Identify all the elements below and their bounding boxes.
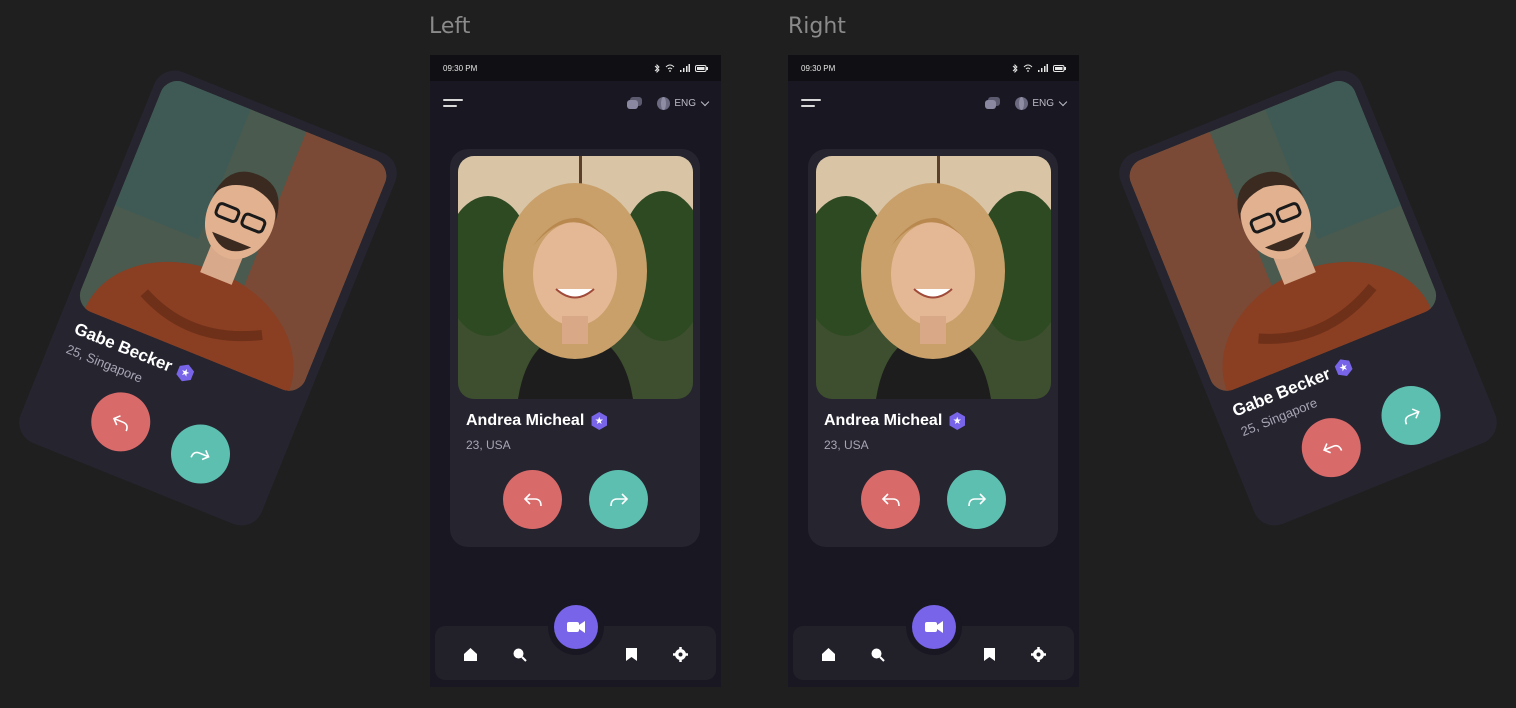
settings-icon[interactable] xyxy=(672,646,688,662)
profile-subtitle: 23, USA xyxy=(824,438,869,452)
chevron-down-icon xyxy=(1058,97,1068,106)
battery-icon xyxy=(1053,64,1066,72)
globe-icon xyxy=(657,96,671,110)
label-right: Right xyxy=(788,14,846,39)
undo-button[interactable] xyxy=(1292,409,1370,487)
signal-icon xyxy=(1038,64,1048,72)
bookmark-icon[interactable] xyxy=(981,646,997,662)
phone-screen-left: 09:30 PM ENG Andrea Micheal ★ 23, USA xyxy=(430,55,721,687)
video-icon xyxy=(567,621,585,633)
video-icon xyxy=(925,621,943,633)
signal-icon xyxy=(680,64,690,72)
bluetooth-icon xyxy=(1012,63,1018,73)
label-left: Left xyxy=(429,14,471,39)
redo-button[interactable] xyxy=(947,470,1006,529)
redo-icon xyxy=(967,492,986,506)
profile-photo xyxy=(816,156,1051,399)
top-bar: ENG xyxy=(430,81,721,125)
profile-photo xyxy=(458,156,693,399)
globe-icon xyxy=(1015,96,1029,110)
undo-button[interactable] xyxy=(503,470,562,529)
redo-icon xyxy=(190,449,210,460)
tilted-profile-card-left[interactable]: Gabe Becker ★ 25, Singapore xyxy=(12,63,404,533)
home-icon[interactable] xyxy=(462,646,478,662)
language-selector[interactable]: ENG xyxy=(1015,96,1068,110)
undo-icon xyxy=(881,492,900,506)
video-call-button[interactable] xyxy=(554,605,598,649)
video-call-button[interactable] xyxy=(912,605,956,649)
chat-icon[interactable] xyxy=(627,97,643,109)
battery-icon xyxy=(695,64,708,72)
menu-icon[interactable] xyxy=(801,97,821,109)
bookmark-icon[interactable] xyxy=(623,646,639,662)
profile-card[interactable]: Andrea Micheal ★ 23, USA xyxy=(450,149,700,547)
search-icon[interactable] xyxy=(869,646,885,662)
profile-photo xyxy=(1124,75,1442,397)
wifi-icon xyxy=(1023,64,1033,72)
redo-button[interactable] xyxy=(162,415,239,493)
phone-screen-right: 09:30 PM ENG Andrea Micheal ★ 23, USA xyxy=(788,55,1079,687)
status-time: 09:30 PM xyxy=(443,63,478,73)
menu-icon[interactable] xyxy=(443,97,463,109)
status-bar: 09:30 PM xyxy=(788,55,1079,81)
profile-name: Andrea Micheal ★ xyxy=(824,412,966,430)
profile-card[interactable]: Andrea Micheal ★ 23, USA xyxy=(808,149,1058,547)
bluetooth-icon xyxy=(654,63,660,73)
undo-button[interactable] xyxy=(82,383,160,461)
undo-icon xyxy=(1322,442,1342,454)
chevron-down-icon xyxy=(700,97,710,106)
undo-icon xyxy=(523,492,542,506)
redo-icon xyxy=(1404,408,1420,425)
language-label: ENG xyxy=(1032,97,1054,109)
verified-badge-icon: ★ xyxy=(174,361,197,384)
status-bar: 09:30 PM xyxy=(430,55,721,81)
profile-subtitle: 23, USA xyxy=(466,438,511,452)
home-icon[interactable] xyxy=(820,646,836,662)
search-icon[interactable] xyxy=(511,646,527,662)
verified-badge-icon: ★ xyxy=(1332,356,1355,379)
language-selector[interactable]: ENG xyxy=(657,96,710,110)
undo-button[interactable] xyxy=(861,470,920,529)
redo-button[interactable] xyxy=(1372,377,1450,454)
language-label: ENG xyxy=(674,97,696,109)
settings-icon[interactable] xyxy=(1030,646,1046,662)
chat-icon[interactable] xyxy=(985,97,1001,109)
top-bar: ENG xyxy=(788,81,1079,125)
wifi-icon xyxy=(665,64,675,72)
redo-button[interactable] xyxy=(589,470,648,529)
tilted-profile-card-right[interactable]: Gabe Becker ★ 25, Singapore xyxy=(1112,63,1504,533)
verified-badge-icon: ★ xyxy=(949,412,966,430)
undo-icon xyxy=(112,414,128,431)
profile-name: Andrea Micheal ★ xyxy=(466,412,608,430)
status-time: 09:30 PM xyxy=(801,63,836,73)
verified-badge-icon: ★ xyxy=(591,412,608,430)
redo-icon xyxy=(609,492,628,506)
